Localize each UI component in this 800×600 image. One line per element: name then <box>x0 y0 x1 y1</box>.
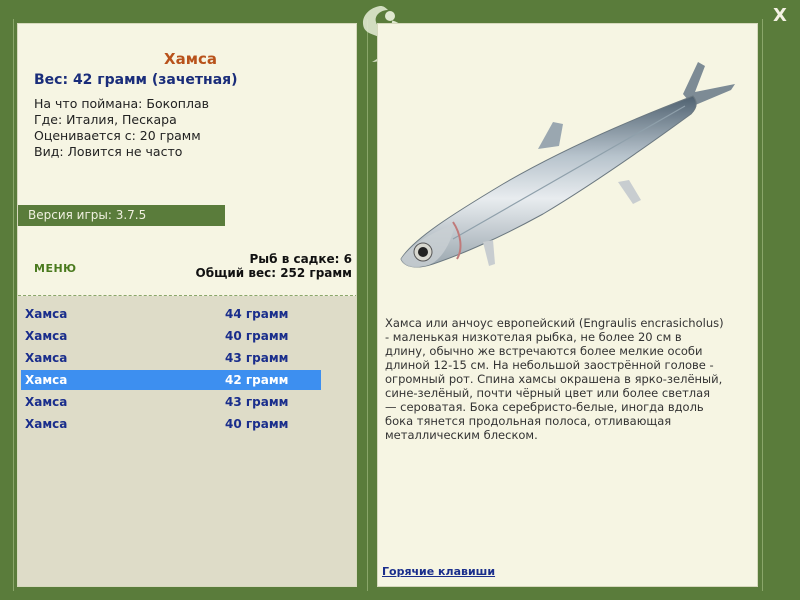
catch-row-name: Хамса <box>25 329 68 343</box>
frame-center-line <box>367 19 368 591</box>
anchovy-fish-image <box>400 62 735 268</box>
catch-row-weight: 43 грамм <box>225 395 289 409</box>
catch-row-weight: 43 грамм <box>225 351 289 365</box>
fish-description: Хамса или анчоус европейский (Engraulis … <box>385 316 724 442</box>
fish-count: Рыб в садке: 6 <box>249 252 353 266</box>
fish-weight: Вес: 42 грамм (зачетная) <box>34 72 238 88</box>
catch-row-weight: 40 грамм <box>225 417 289 431</box>
total-weight: Общий вес: 252 грамм <box>195 266 352 280</box>
catch-list-row[interactable]: Хамса 40 грамм <box>21 414 321 434</box>
catch-list-row-selected[interactable]: Хамса 42 грамм <box>21 370 321 390</box>
frequency-info: Вид: Ловится не часто <box>34 144 183 159</box>
hotkeys-link[interactable]: Горячие клавиши <box>382 565 495 578</box>
catch-row-name: Хамса <box>25 351 68 365</box>
catch-list-row[interactable]: Хамса 44 грамм <box>21 304 321 324</box>
catch-row-name: Хамса <box>25 373 68 387</box>
rated-from-info: Оценивается с: 20 грамм <box>34 128 201 143</box>
frame-inner-line-right <box>762 19 763 591</box>
catch-list-row[interactable]: Хамса 40 грамм <box>21 326 321 346</box>
catch-row-weight: 40 грамм <box>225 329 289 343</box>
close-button[interactable]: X <box>770 6 790 26</box>
fish-title: Хамса <box>164 50 217 68</box>
catch-row-weight: 42 грамм <box>225 373 289 387</box>
fish-description-panel: Хамса или анчоус европейский (Engraulis … <box>377 23 758 587</box>
catch-row-name: Хамса <box>25 307 68 321</box>
catch-row-name: Хамса <box>25 417 68 431</box>
fish-info-panel: Хамса Вес: 42 грамм (зачетная) На что по… <box>17 23 357 587</box>
cage-stats: Рыб в садке: 6 Общий вес: 252 грамм <box>196 252 352 280</box>
version-label: Версия игры: 3.7.5 <box>18 205 225 226</box>
frame-inner-line-left <box>13 19 14 591</box>
catch-list: Хамса 44 грамм Хамса 40 грамм Хамса 43 г… <box>18 296 356 586</box>
catch-row-name: Хамса <box>25 395 68 409</box>
bait-info: На что поймана: Бокоплав <box>34 96 209 111</box>
catch-list-row[interactable]: Хамса 43 грамм <box>21 348 321 368</box>
location-info: Где: Италия, Пескара <box>34 112 177 127</box>
catch-row-weight: 44 грамм <box>225 307 289 321</box>
menu-button[interactable]: МЕНЮ <box>34 262 77 275</box>
catch-list-row[interactable]: Хамса 43 грамм <box>21 392 321 412</box>
